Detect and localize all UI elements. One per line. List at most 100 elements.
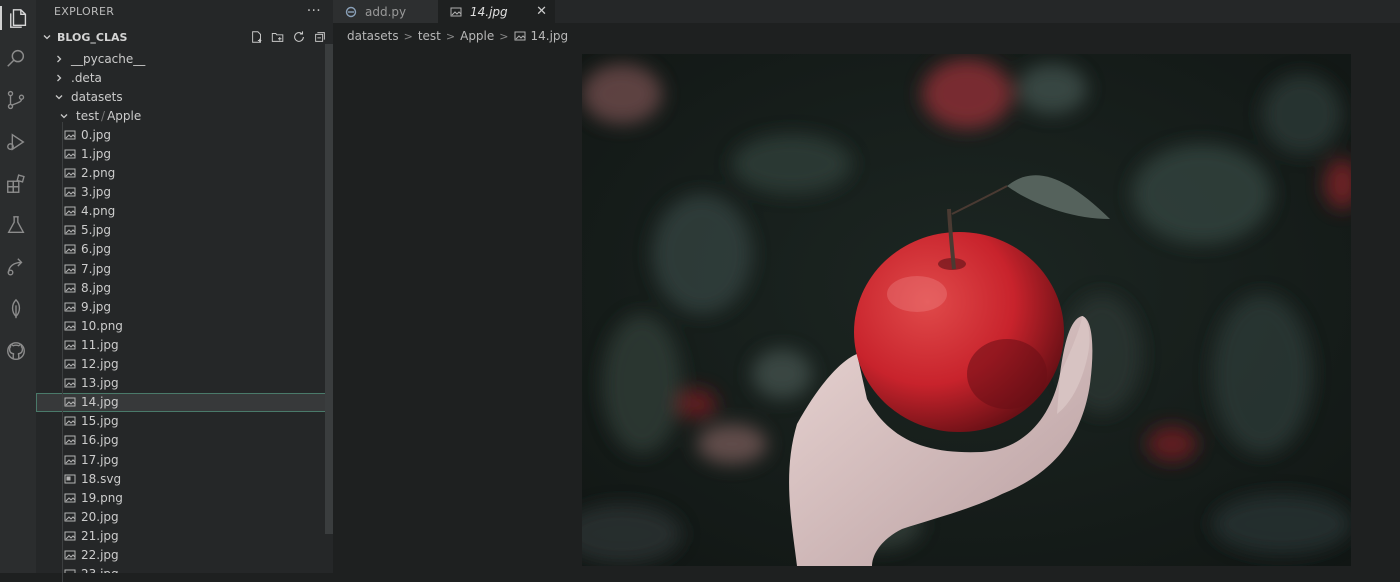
image-file-icon — [64, 415, 76, 427]
sidebar-scrollbar[interactable] — [325, 44, 333, 534]
source-control-icon[interactable] — [4, 88, 28, 112]
file-label: 17.jpg — [81, 452, 119, 467]
file-row[interactable]: 13.jpg — [36, 374, 333, 393]
folder-row[interactable]: test / Apple — [36, 106, 333, 125]
search-icon[interactable] — [4, 46, 28, 70]
file-row[interactable]: 8.jpg — [36, 278, 333, 297]
file-row[interactable]: 20.jpg — [36, 507, 333, 526]
file-label: 11.jpg — [81, 337, 119, 352]
breadcrumb-item[interactable]: 14.jpg — [531, 29, 569, 43]
chevron-right-icon — [53, 54, 65, 64]
file-row[interactable]: 3.jpg — [36, 183, 333, 202]
file-row[interactable]: 6.jpg — [36, 240, 333, 259]
file-label: 1.jpg — [81, 147, 112, 162]
image-file-icon — [64, 224, 76, 236]
python-icon — [345, 6, 357, 18]
file-label: 9.jpg — [81, 299, 112, 314]
image-file-icon — [64, 549, 76, 561]
chevron-down-icon — [53, 92, 65, 102]
folder-row[interactable]: __pycache__ — [36, 49, 333, 68]
file-row[interactable]: 21.jpg — [36, 526, 333, 545]
image-file-icon — [64, 434, 76, 446]
file-label: 8.jpg — [81, 280, 112, 295]
project-root-row[interactable]: BLOG_CLAS — [36, 25, 333, 49]
file-label: 5.jpg — [81, 223, 112, 238]
file-row[interactable]: 15.jpg — [36, 412, 333, 431]
project-name: BLOG_CLAS — [57, 30, 128, 44]
file-label: 0.jpg — [81, 127, 112, 142]
breadcrumb-item[interactable]: Apple — [460, 29, 494, 43]
file-row[interactable]: 2.png — [36, 164, 333, 183]
tab-14-jpg[interactable]: 14.jpg ✕ — [438, 0, 555, 23]
image-file-icon — [64, 186, 76, 198]
testing-icon[interactable] — [4, 213, 28, 237]
chevron-down-icon — [58, 111, 70, 121]
file-row[interactable]: 14.jpg — [36, 392, 333, 412]
file-label: 10.png — [81, 318, 123, 333]
file-label: 15.jpg — [81, 414, 119, 429]
image-file-icon — [64, 282, 76, 294]
svg-file-icon — [64, 473, 76, 485]
file-row[interactable]: 18.svg — [36, 469, 333, 488]
breadcrumb-item[interactable]: datasets — [347, 29, 399, 43]
file-row[interactable]: 4.png — [36, 202, 333, 221]
file-label: 6.jpg — [81, 242, 112, 257]
image-file-icon — [64, 358, 76, 370]
folder-row[interactable]: datasets — [36, 87, 333, 106]
image-file-icon — [64, 377, 76, 389]
new-file-icon[interactable] — [250, 30, 264, 44]
run-debug-icon[interactable] — [4, 130, 28, 154]
remote-explorer-icon[interactable] — [4, 255, 28, 279]
file-row[interactable]: 0.jpg — [36, 125, 333, 144]
file-label: 23.jpg — [81, 567, 119, 573]
breadcrumb-item[interactable]: test — [418, 29, 441, 43]
folder-row[interactable]: .deta — [36, 68, 333, 87]
file-row[interactable]: 5.jpg — [36, 221, 333, 240]
image-file-icon — [64, 129, 76, 141]
file-row[interactable]: 7.jpg — [36, 259, 333, 278]
file-label: 3.jpg — [81, 185, 112, 200]
file-row[interactable]: 23.jpg — [36, 565, 333, 573]
image-file-icon — [64, 511, 76, 523]
file-row[interactable]: 19.png — [36, 488, 333, 507]
image-file-icon — [64, 396, 76, 408]
file-row[interactable]: 17.jpg — [36, 450, 333, 469]
close-icon[interactable]: ✕ — [536, 4, 547, 19]
image-file-icon — [64, 301, 76, 313]
image-file-icon — [64, 320, 76, 332]
image-file-icon — [64, 492, 76, 504]
explorer-sidebar: EXPLORER ··· BLOG_CLAS __pycache__ .deta d… — [36, 0, 333, 573]
file-row[interactable]: 16.jpg — [36, 431, 333, 450]
leaf-icon[interactable] — [4, 297, 28, 321]
indent-guide — [62, 122, 63, 582]
image-preview — [582, 54, 1351, 566]
file-row[interactable]: 1.jpg — [36, 144, 333, 163]
file-label: 20.jpg — [81, 509, 119, 524]
file-row[interactable]: 10.png — [36, 316, 333, 335]
new-folder-icon[interactable] — [271, 30, 285, 44]
file-row[interactable]: 12.jpg — [36, 355, 333, 374]
extensions-icon[interactable] — [4, 172, 28, 196]
file-row[interactable]: 11.jpg — [36, 335, 333, 354]
image-file-icon — [450, 6, 462, 18]
collapse-all-icon[interactable] — [313, 30, 327, 44]
folder-label: test — [76, 108, 100, 123]
file-tree: __pycache__ .deta datasets test / Apple 0.jpg 1… — [36, 49, 333, 573]
editor-tab-bar: add.py 14.jpg ✕ — [333, 0, 1400, 23]
more-actions-icon[interactable]: ··· — [307, 3, 321, 19]
file-label: 14.jpg — [81, 395, 119, 410]
files-icon[interactable] — [0, 6, 34, 30]
file-row[interactable]: 9.jpg — [36, 297, 333, 316]
file-label: 13.jpg — [81, 376, 119, 391]
activity-bar — [0, 0, 36, 573]
tab-label: 14.jpg — [470, 4, 508, 19]
refresh-icon[interactable] — [292, 30, 306, 44]
folder-label: __pycache__ — [71, 51, 146, 66]
tab-add-py[interactable]: add.py — [333, 0, 449, 23]
image-file-icon — [64, 167, 76, 179]
github-icon[interactable] — [4, 339, 28, 363]
folder-label: Apple — [107, 108, 142, 123]
file-row[interactable]: 22.jpg — [36, 545, 333, 564]
breadcrumb-separator: > — [403, 29, 413, 43]
image-file-icon — [64, 339, 76, 351]
